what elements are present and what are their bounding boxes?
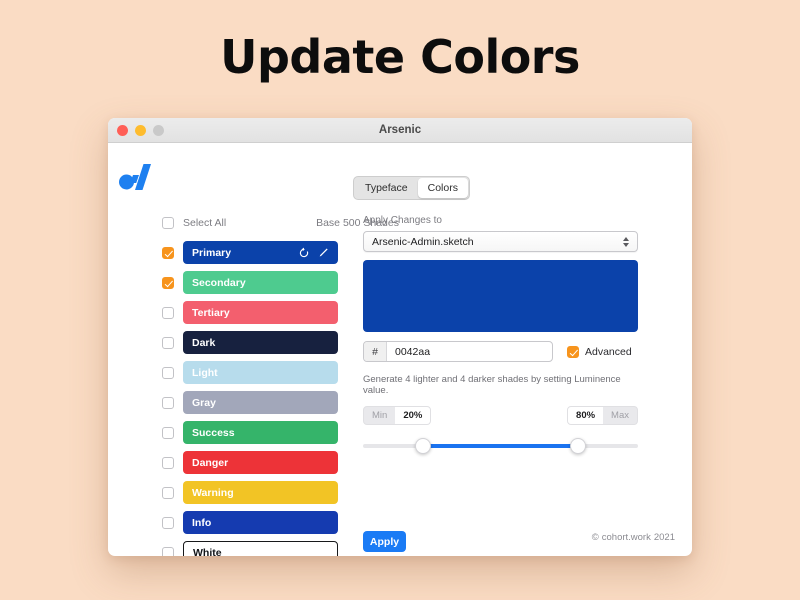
- swatch-label: Light: [192, 366, 218, 379]
- tab-colors[interactable]: Colors: [417, 178, 468, 199]
- swatch-label: Tertiary: [192, 306, 230, 319]
- swatch-info[interactable]: Info: [183, 511, 338, 534]
- hex-input-row: # 0042aa Advanced: [363, 341, 638, 362]
- swatch-light[interactable]: Light: [183, 361, 338, 384]
- target-file-select[interactable]: Arsenic-Admin.sketch: [363, 231, 638, 252]
- swatch-label: Info: [192, 516, 212, 529]
- window-titlebar: Arsenic: [108, 118, 692, 143]
- swatch-label: Success: [192, 426, 235, 439]
- hex-prefix-label: #: [364, 342, 387, 361]
- luminance-range-slider[interactable]: [363, 438, 638, 454]
- swatch-label: Dark: [192, 336, 216, 349]
- select-all-checkbox[interactable]: [162, 217, 174, 229]
- max-pill[interactable]: 80% Max: [567, 406, 638, 425]
- swatch-actions: [298, 247, 329, 259]
- swatch-checkbox-info[interactable]: [162, 516, 174, 529]
- hex-input-group[interactable]: # 0042aa: [363, 341, 553, 362]
- max-label: Max: [611, 409, 629, 421]
- arsenic-logo-icon: [119, 164, 151, 190]
- apply-button[interactable]: Apply: [363, 531, 406, 552]
- swatch-label: Warning: [192, 486, 234, 499]
- min-value[interactable]: 20%: [395, 407, 431, 424]
- swatch-checkbox-white[interactable]: [162, 546, 174, 556]
- edit-icon[interactable]: [317, 247, 329, 259]
- tab-typeface[interactable]: Typeface: [355, 178, 418, 198]
- swatch-primary[interactable]: Primary: [183, 241, 338, 264]
- swatch-checkbox-dark[interactable]: [162, 336, 174, 349]
- footer-credit: © cohort.work 2021: [592, 532, 675, 543]
- color-preview: [363, 260, 638, 332]
- swatch-checkbox-success[interactable]: [162, 426, 174, 439]
- swatch-row-danger[interactable]: Danger: [162, 451, 402, 474]
- slider-knob-min[interactable]: [414, 438, 431, 454]
- swatch-white[interactable]: White: [183, 541, 338, 556]
- tab-bar[interactable]: Typeface Colors: [353, 176, 470, 201]
- swatch-label: Primary: [192, 246, 232, 259]
- apply-to-label: Apply Changes to: [363, 215, 442, 226]
- swatch-gray[interactable]: Gray: [183, 391, 338, 414]
- app-window: Arsenic Typeface Colors Select All Base …: [108, 118, 692, 556]
- swatch-danger[interactable]: Danger: [183, 451, 338, 474]
- select-all-label: Select All: [183, 217, 227, 229]
- chevron-updown-icon[interactable]: [623, 236, 629, 247]
- swatch-checkbox-danger[interactable]: [162, 456, 174, 469]
- window-body: Typeface Colors Select All Base 500 Shad…: [108, 143, 692, 556]
- slider-knob-max[interactable]: [570, 438, 587, 454]
- footer-brand: cohort.work: [601, 532, 651, 543]
- swatch-checkbox-secondary[interactable]: [162, 276, 174, 289]
- swatch-dark[interactable]: Dark: [183, 331, 338, 354]
- swatch-checkbox-warning[interactable]: [162, 486, 174, 499]
- swatch-warning[interactable]: Warning: [183, 481, 338, 504]
- swatch-row-warning[interactable]: Warning: [162, 481, 402, 504]
- luminance-range-labels: Min 20% 80% Max: [363, 406, 638, 425]
- swatch-checkbox-gray[interactable]: [162, 396, 174, 409]
- swatch-label: Gray: [192, 396, 216, 409]
- min-label: Min: [372, 409, 388, 421]
- swatch-checkbox-primary[interactable]: [162, 246, 174, 259]
- swatch-checkbox-tertiary[interactable]: [162, 306, 174, 319]
- color-editor-panel: Apply Changes to Arsenic-Admin.sketch # …: [363, 215, 638, 454]
- swatch-label: Secondary: [192, 276, 246, 289]
- max-value[interactable]: 80%: [568, 407, 604, 424]
- app-logo: [118, 163, 152, 196]
- window-title: Arsenic: [378, 124, 422, 136]
- swatch-checkbox-light[interactable]: [162, 366, 174, 379]
- copyright-icon: ©: [591, 532, 599, 543]
- swatch-label: Danger: [192, 456, 229, 469]
- swatch-label: White: [193, 546, 222, 557]
- min-pill[interactable]: Min 20%: [363, 406, 432, 425]
- swatch-tertiary[interactable]: Tertiary: [183, 301, 338, 324]
- footer-year: 2021: [653, 532, 675, 543]
- slider-track-fill: [422, 444, 579, 448]
- swatch-success[interactable]: Success: [183, 421, 338, 444]
- advanced-label: Advanced: [585, 345, 632, 358]
- target-file-value: Arsenic-Admin.sketch: [372, 235, 474, 248]
- hex-input[interactable]: 0042aa: [387, 342, 552, 361]
- reset-icon[interactable]: [298, 247, 310, 259]
- page-title: Update Colors: [220, 30, 580, 84]
- luminance-helper-text: Generate 4 lighter and 4 darker shades b…: [363, 374, 621, 396]
- advanced-checkbox[interactable]: [567, 345, 579, 358]
- swatch-secondary[interactable]: Secondary: [183, 271, 338, 294]
